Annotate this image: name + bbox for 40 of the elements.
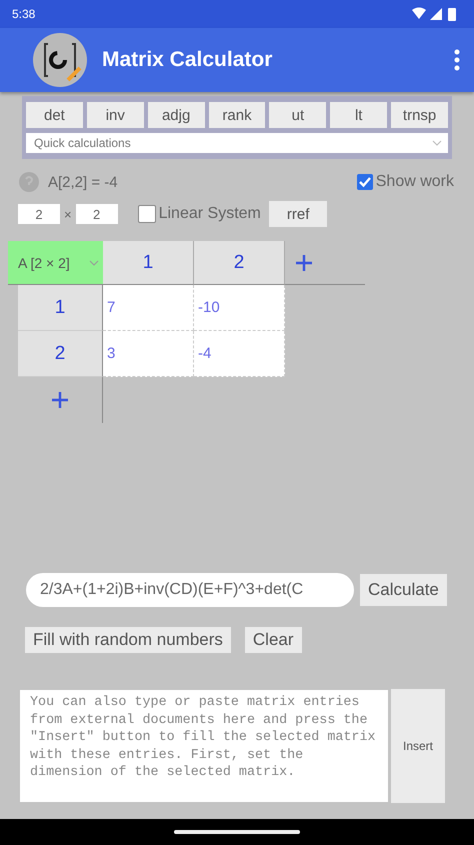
- function-button[interactable]: det: [26, 102, 83, 128]
- matrix-cell[interactable]: 7: [103, 285, 194, 331]
- plus-icon[interactable]: [51, 391, 69, 409]
- function-button[interactable]: ut: [269, 102, 326, 128]
- function-button[interactable]: rank: [208, 102, 266, 128]
- function-button[interactable]: inv: [86, 102, 144, 128]
- clear-button[interactable]: Clear: [244, 627, 302, 653]
- column-header[interactable]: 1: [103, 241, 194, 285]
- matrix-cell[interactable]: 3: [103, 331, 194, 377]
- matrix-cell[interactable]: -4: [194, 331, 285, 377]
- app-title: Matrix Calculator: [102, 48, 274, 72]
- function-button[interactable]: lt: [330, 102, 388, 128]
- chevron-down-icon: [432, 140, 442, 146]
- matrix-selector[interactable]: A [2 × 2]: [8, 241, 103, 285]
- status-time: 5:38: [12, 7, 36, 21]
- column-header[interactable]: 2: [194, 241, 285, 285]
- insert-button[interactable]: Insert: [391, 689, 445, 803]
- rref-button[interactable]: rref: [268, 201, 328, 227]
- linear-system-label: Linear System: [158, 205, 261, 223]
- checkbox[interactable]: [356, 174, 373, 190]
- paste-area[interactable]: You can also type or paste matrix entries from external documents here and press the "Insert" button to fill the selected matrix with these entries. First, set the dimension of the selected matrix.: [20, 690, 388, 802]
- fill-random-button[interactable]: Fill with random numbers: [25, 627, 231, 653]
- plus-icon[interactable]: [295, 254, 313, 272]
- quick-calculations-dropdown[interactable]: Quick calculations: [26, 133, 448, 153]
- result-text: A[2,2] = -4: [48, 174, 118, 190]
- times-sign: ×: [64, 206, 72, 222]
- matrix-cell[interactable]: -10: [194, 285, 285, 331]
- columns-field[interactable]: 2: [76, 204, 118, 224]
- row-header[interactable]: 2: [18, 331, 103, 377]
- function-button[interactable]: adjg: [148, 102, 205, 128]
- chevron-down-icon: [89, 260, 99, 266]
- more-options-icon[interactable]: [454, 49, 460, 71]
- app-logo: [32, 32, 88, 88]
- calculate-button[interactable]: Calculate: [360, 574, 447, 606]
- function-button[interactable]: trnsp: [391, 102, 448, 128]
- rows-field[interactable]: 2: [18, 204, 60, 224]
- expression-field[interactable]: 2/3A+(1+2i)B+inv(CD)(E+F)^3+det(C: [26, 573, 354, 607]
- linear-system-checkbox[interactable]: [138, 205, 156, 223]
- row-header[interactable]: 1: [18, 285, 103, 331]
- show-work-checkbox[interactable]: Show work: [356, 173, 454, 191]
